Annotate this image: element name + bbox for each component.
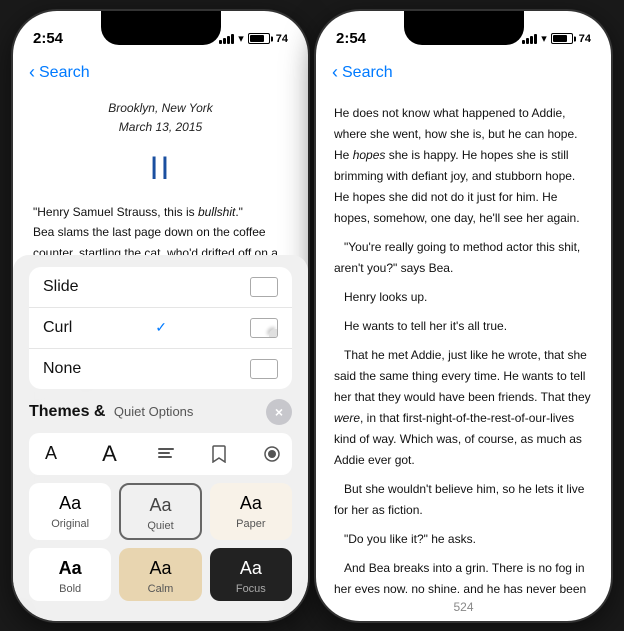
theme-paper-sample: Aa bbox=[240, 493, 262, 514]
theme-bold[interactable]: Aa Bold bbox=[29, 548, 111, 601]
theme-paper-label: Paper bbox=[236, 518, 265, 530]
theme-quiet-label: Quiet bbox=[147, 520, 173, 532]
back-chevron-right: ‹ bbox=[332, 62, 338, 83]
theme-calm[interactable]: Aa Calm bbox=[119, 548, 201, 601]
theme-focus[interactable]: Aa Focus bbox=[210, 548, 292, 601]
back-button-right[interactable]: ‹ Search bbox=[332, 63, 393, 83]
options-row: A A bbox=[29, 433, 292, 475]
signal-icon-right bbox=[522, 34, 537, 44]
themes-title-text: Themes & bbox=[29, 403, 105, 420]
themes-title: Themes & Quiet Options bbox=[29, 403, 193, 421]
back-label-right: Search bbox=[342, 64, 393, 82]
moon-icon[interactable] bbox=[260, 442, 284, 466]
font-small-button[interactable]: A bbox=[37, 441, 65, 466]
theme-original[interactable]: Aa Original bbox=[29, 483, 111, 540]
font-icon[interactable] bbox=[154, 442, 178, 466]
theme-original-label: Original bbox=[51, 518, 89, 530]
theme-focus-sample: Aa bbox=[240, 558, 262, 579]
overlay-panel: Slide Curl ✓ None Themes & Quiet Options bbox=[13, 255, 308, 621]
battery-text-left: 74 bbox=[276, 33, 288, 45]
themes-subtitle-text: Quiet Options bbox=[114, 404, 194, 419]
theme-original-sample: Aa bbox=[59, 493, 81, 514]
battery-text-right: 74 bbox=[579, 33, 591, 45]
theme-calm-sample: Aa bbox=[149, 558, 171, 579]
theme-quiet-sample: Aa bbox=[149, 495, 171, 516]
checkmark-icon: ✓ bbox=[155, 319, 167, 336]
theme-quiet[interactable]: Aa Quiet bbox=[119, 483, 201, 540]
back-chevron-left: ‹ bbox=[29, 62, 35, 83]
themes-header: Themes & Quiet Options × bbox=[29, 399, 292, 425]
status-icons-left: ▾ 74 bbox=[219, 32, 288, 45]
status-icons-right: ▾ 74 bbox=[522, 32, 591, 45]
font-large-button[interactable]: A bbox=[94, 439, 125, 469]
slide-label: Slide bbox=[43, 278, 79, 296]
wifi-icon: ▾ bbox=[238, 32, 244, 45]
page-content-right: He does not know what happened to Addie,… bbox=[316, 91, 611, 593]
nav-bar-left: ‹ Search bbox=[13, 55, 308, 91]
theme-bold-sample: Aa bbox=[59, 558, 82, 579]
time-left: 2:54 bbox=[33, 30, 63, 47]
battery-icon bbox=[248, 33, 270, 44]
time-right: 2:54 bbox=[336, 30, 366, 47]
notch-right bbox=[404, 11, 524, 45]
back-button-left[interactable]: ‹ Search bbox=[29, 63, 90, 83]
phone-left: 2:54 ▾ 74 ‹ Search bbox=[13, 11, 308, 621]
notch bbox=[101, 11, 221, 45]
chapter-num: II bbox=[33, 143, 288, 194]
battery-icon-right bbox=[551, 33, 573, 44]
transition-curl[interactable]: Curl ✓ bbox=[29, 308, 292, 349]
none-label: None bbox=[43, 360, 81, 378]
book-location: Brooklyn, New YorkMarch 13, 2015 bbox=[33, 99, 288, 137]
nav-bar-right: ‹ Search bbox=[316, 55, 611, 91]
theme-paper[interactable]: Aa Paper bbox=[210, 483, 292, 540]
themes-grid: Aa Original Aa Quiet Aa Paper Aa Bold Aa bbox=[29, 483, 292, 601]
theme-focus-label: Focus bbox=[236, 583, 266, 595]
none-icon bbox=[250, 359, 278, 379]
bookmark-icon[interactable] bbox=[207, 442, 231, 466]
theme-bold-label: Bold bbox=[59, 583, 81, 595]
close-button[interactable]: × bbox=[266, 399, 292, 425]
phone-right: 2:54 ▾ 74 ‹ Search bbox=[316, 11, 611, 621]
curl-icon bbox=[250, 318, 278, 338]
curl-label: Curl bbox=[43, 319, 72, 337]
wifi-icon-right: ▾ bbox=[541, 32, 547, 45]
transition-options: Slide Curl ✓ None bbox=[29, 267, 292, 389]
theme-calm-label: Calm bbox=[148, 583, 174, 595]
page-number: 524 bbox=[316, 593, 611, 621]
transition-slide[interactable]: Slide bbox=[29, 267, 292, 308]
back-label-left: Search bbox=[39, 64, 90, 82]
transition-none[interactable]: None bbox=[29, 349, 292, 389]
signal-icon bbox=[219, 34, 234, 44]
slide-icon bbox=[250, 277, 278, 297]
